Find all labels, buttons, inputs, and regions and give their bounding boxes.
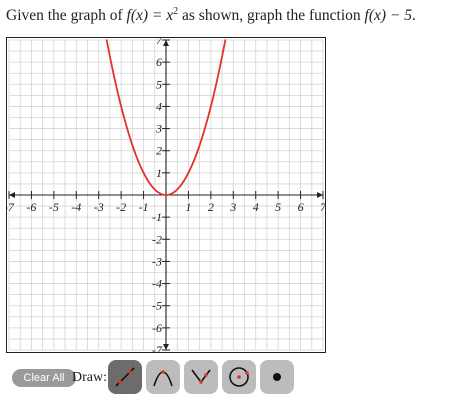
y-tick-label: 2 [156,144,162,158]
y-tick-label: -5 [152,299,162,313]
y-tick-label: -1 [152,210,162,224]
graph-area[interactable]: -7 -6 -5 -4 -3 -2 -1 1 2 3 4 5 6 7 7 6 5 4 3 2 1 -1 -2 -3 -4 -5 -6… [6,37,326,353]
prompt-text-3: . [412,7,416,24]
line-tool-button[interactable] [108,360,142,394]
clear-all-button[interactable]: Clear All [12,369,76,387]
coordinate-plane[interactable]: -7 -6 -5 -4 -3 -2 -1 1 2 3 4 5 6 7 7 6 5 4 3 2 1 -1 -2 -3 -4 -5 -6… [6,37,326,353]
x-tick-label: -5 [49,200,59,214]
x-tick-label: -2 [116,200,126,214]
x-tick-label: -4 [71,200,81,214]
y-tick-label: -6 [152,321,162,335]
y-tick-label: 7 [156,37,163,47]
point-tool-icon [273,373,281,381]
absolute-value-tool-icon [191,369,211,384]
y-tick-label: 1 [156,166,162,180]
line-tool-icon [115,367,135,387]
draw-label: Draw: [72,370,107,385]
absolute-value-tool-button[interactable] [184,360,218,394]
x-tick-label: 3 [229,200,236,214]
y-tick-label: 3 [155,122,162,136]
x-tick-label: -6 [26,200,36,214]
prompt-math-2: f(x) − 5 [364,7,413,24]
circle-tool-icon [229,367,249,387]
y-tick-label: -4 [152,277,162,291]
x-tick-label: 6 [298,200,304,214]
x-tick-label: 7 [320,200,326,214]
y-tick-label: 5 [156,77,162,91]
x-tick-label: 1 [185,200,191,214]
y-tick-label: -7 [152,343,163,353]
x-tick-label: 2 [208,200,214,214]
parabola-tool-icon [153,370,173,387]
x-tick-label: 5 [275,200,281,214]
parabola-tool-button[interactable] [146,360,180,394]
point-tool-button[interactable] [260,360,294,394]
x-tick-label: 4 [253,200,259,214]
prompt-text-2: as shown, graph the function [178,7,365,24]
y-tick-label: -2 [152,232,162,246]
prompt-math-1: f(x) = x [126,7,174,24]
drawing-toolbar: Clear All Draw: [8,360,308,394]
y-tick-label: 6 [156,55,162,69]
circle-tool-button[interactable] [222,360,256,394]
x-tick-label: -3 [94,200,104,214]
y-tick-label: -3 [152,254,162,268]
question-prompt: Given the graph of f(x) = x2 as shown, g… [6,2,416,26]
x-tick-label: -7 [6,200,15,214]
prompt-text-1: Given the graph of [6,7,127,24]
x-tick-label: -1 [139,200,149,214]
y-tick-label: 4 [156,99,162,113]
